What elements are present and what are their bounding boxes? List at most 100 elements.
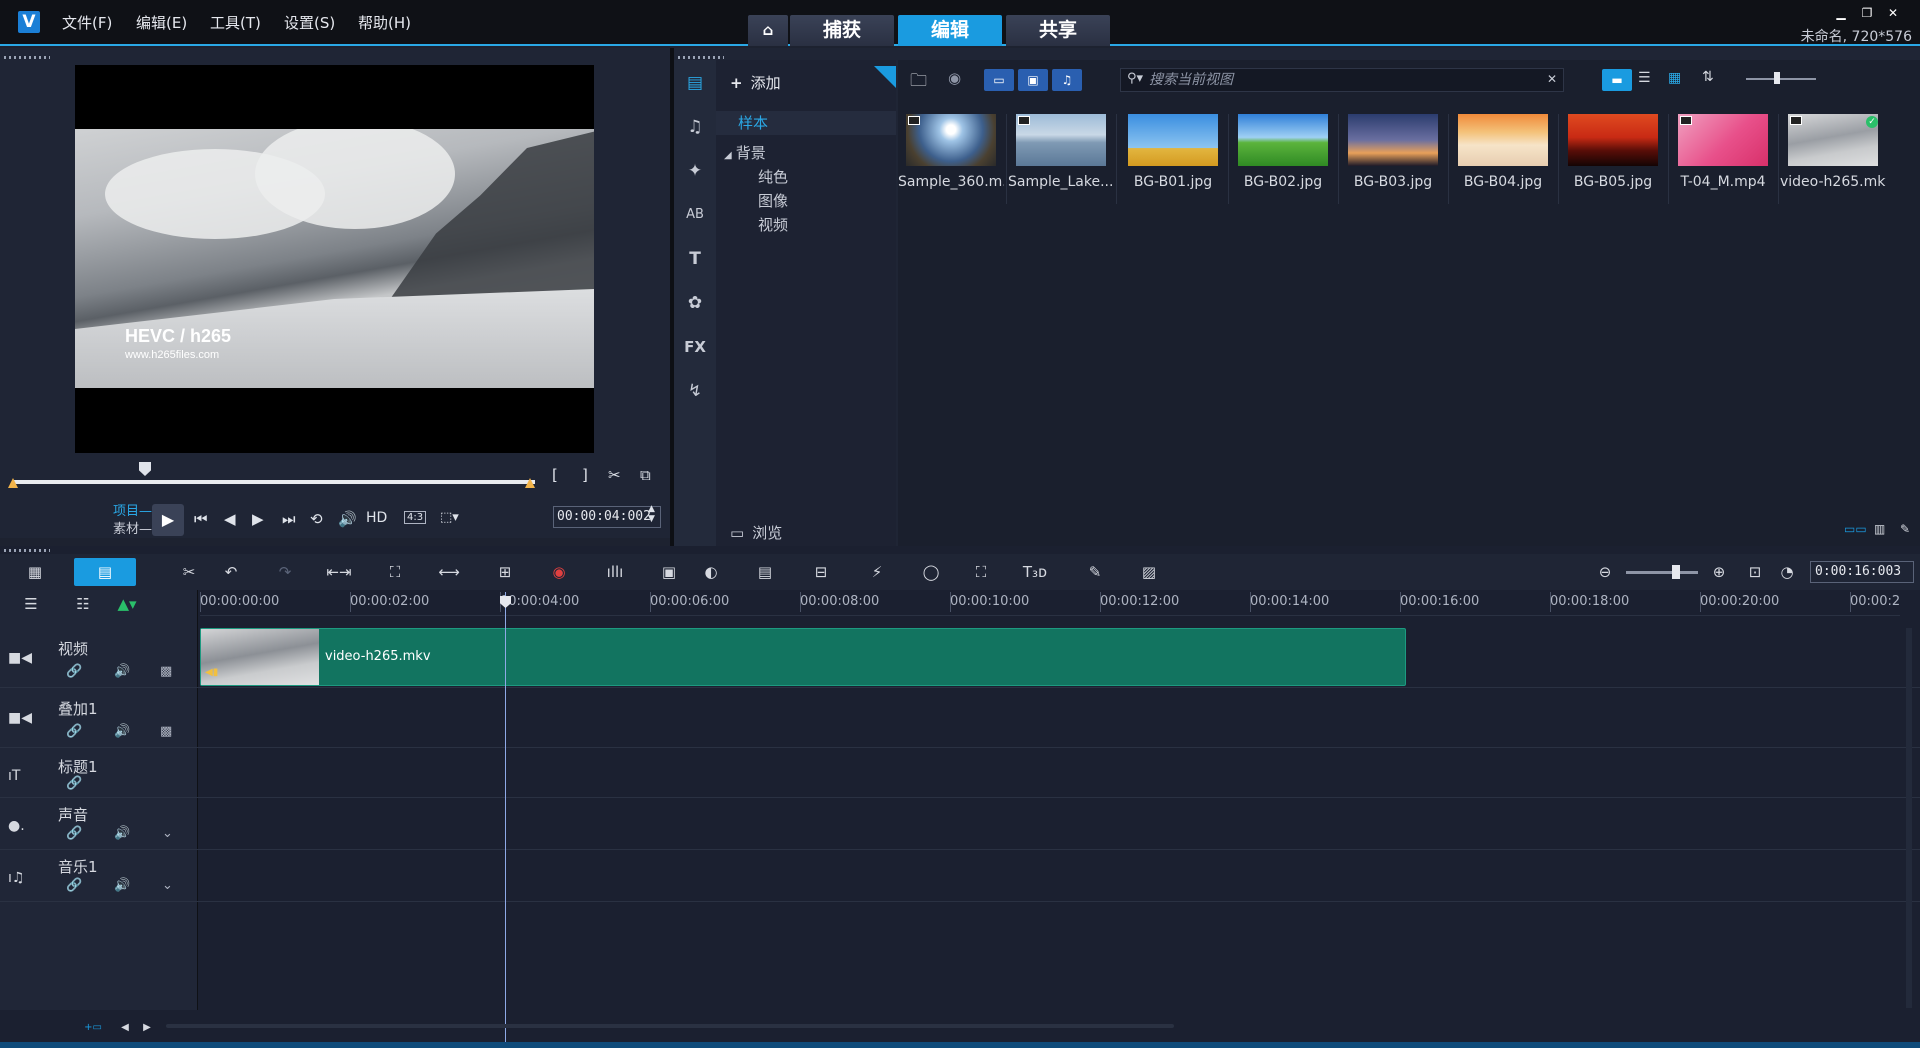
chapter-cue-icon[interactable]: ☷ [70,594,96,614]
sort-icon[interactable]: ⇅ [1702,69,1714,85]
link-icon[interactable]: 🔗 [66,878,82,893]
home-button[interactable]: ⌂ [748,15,788,46]
timecode-stepper-icon[interactable]: ▲ ▼ [648,504,655,524]
fx-icon[interactable]: FX [680,332,710,362]
preview-window[interactable]: HEVC / h265 www.h265files.com [75,65,594,453]
library-item[interactable]: T-04_M.mp4 [1670,114,1776,196]
mode-project[interactable]: 项目— [113,500,152,519]
link-icon[interactable]: 🔗 [66,826,82,841]
volume-icon[interactable]: 🔊 [338,510,357,528]
track-volume-icon[interactable]: 🔊 [114,664,130,679]
enlarge-preview-icon[interactable]: ⧉ [640,466,651,484]
search-icon[interactable]: ⚲▾ [1127,71,1143,86]
library-item[interactable]: BG-B02.jpg [1230,114,1336,196]
track-manager-icon[interactable]: ⊞ [492,562,518,582]
timeline-view-button[interactable]: ▤ [74,558,136,586]
edit-icon[interactable]: ✎ [1900,522,1910,536]
undo-icon[interactable]: ↶ [218,562,244,582]
import-folder-icon[interactable]: 🗀 [910,68,927,97]
instant-project-icon[interactable]: ✦ [680,156,710,186]
restore-button[interactable]: ❐ [1854,6,1880,20]
mode-clip[interactable]: 素材— [113,518,152,537]
go-to-start-icon[interactable]: ⏮ [194,510,208,528]
record-icon[interactable]: ◉ [948,69,961,87]
ripple-editing-icon[interactable]: ▲▾ [114,594,140,614]
link-icon[interactable]: 🔗 [66,664,82,679]
search-input[interactable] [1149,71,1539,89]
audio-icon[interactable]: ♫ [680,112,710,142]
tree-item-sample[interactable]: 样本 [716,111,896,135]
tab-share[interactable]: 共享 [1006,15,1110,46]
library-item[interactable]: ✓ video-h265.mkv [1780,114,1886,196]
scrubber-knob[interactable] [139,462,151,476]
panel-layout-icon[interactable]: ▥ [1874,522,1885,536]
track-volume-icon[interactable]: 🔊 [114,826,130,841]
scissors-icon[interactable]: ✂ [608,466,621,484]
vertical-scrollbar[interactable] [1906,628,1912,1008]
fit-project-icon[interactable]: ⇤⇥ [326,562,352,582]
show-photos-button[interactable]: ▣ [1018,69,1048,91]
multi-camera-icon[interactable]: ⊟ [808,562,834,582]
menu-settings[interactable]: 设置(S) [284,12,335,33]
link-icon[interactable]: 🔗 [66,724,82,739]
zoom-in-icon[interactable]: ⊕ [1706,562,1732,582]
browse-button[interactable]: ▭ 浏览 [730,522,782,543]
title-icon[interactable]: T [680,244,710,274]
track-volume-icon[interactable]: 🔊 [114,878,130,893]
timeline-clip[interactable]: ◀▮ video-h265.mkv [200,628,1406,686]
tree-item-solid[interactable]: 纯色 [758,166,788,187]
track-volume-icon[interactable]: 🔊 [114,724,130,739]
track-manager-list-icon[interactable]: ☰ [18,594,44,614]
scroll-right-icon[interactable]: ▶ [134,1018,160,1038]
zoom-knob[interactable] [1672,565,1680,579]
go-to-end-icon[interactable]: ⏭ [282,510,296,528]
fit-timeline-icon[interactable]: ⊡ [1742,562,1768,582]
mark-in-button[interactable]: [ [552,466,558,484]
expand-icon[interactable]: ⌄ [162,878,173,893]
record-capture-icon[interactable]: ◉ [546,562,572,582]
crop-icon[interactable]: ⛶ [382,562,408,582]
pan-zoom-icon[interactable]: ⛶ [968,562,994,582]
library-options-icon[interactable]: ▭▭ [1844,522,1867,536]
thumbnail-size-knob[interactable] [1774,72,1780,84]
thumbnail-view-button[interactable]: ▬ [1602,69,1632,91]
menu-tools[interactable]: 工具(T) [210,12,261,33]
library-item[interactable]: BG-B01.jpg [1120,114,1226,196]
zoom-to-fit-icon[interactable]: +▭ [80,1018,106,1038]
3d-title-icon[interactable]: T₃ᴅ [1022,562,1048,582]
list-view-icon[interactable]: ☰ [1638,70,1651,86]
audio-mixer-icon[interactable]: ıllı [602,562,628,582]
library-item[interactable]: Sample_Lake.... [1008,114,1114,196]
time-remapping-icon[interactable]: ⚡ [864,562,890,582]
thumbnail-size-slider[interactable] [1746,78,1816,80]
close-button[interactable]: ✕ [1880,6,1906,20]
library-item[interactable]: BG-B05.jpg [1560,114,1666,196]
path-icon[interactable]: ↯ [680,376,710,406]
aspect-ratio-button[interactable]: 4:3 [404,511,427,524]
pin-icon[interactable] [874,66,896,88]
toolbox-icon[interactable]: ✂ [176,562,202,582]
zoom-slider[interactable] [1626,571,1698,574]
scrubber-bar[interactable] [12,480,535,484]
menu-file[interactable]: 文件(F) [62,12,112,33]
add-folder-button[interactable]: + 添加 [730,72,781,93]
video-wall-icon[interactable]: ▨ [1136,562,1162,582]
link-icon[interactable]: 🔗 [66,776,82,791]
hd-toggle[interactable]: HD [366,510,387,526]
panel-grip[interactable] [4,549,50,552]
panel-grip[interactable] [678,56,724,59]
playhead-line[interactable] [505,592,506,1048]
motion-tracking-icon[interactable]: ◐ [698,562,724,582]
graphics-icon[interactable]: ✿ [680,288,710,318]
tab-capture[interactable]: 捕获 [790,15,894,46]
library-item[interactable]: Sample_360.m... [898,114,1004,196]
tree-item-video[interactable]: 视频 [758,214,788,235]
track-grid-icon[interactable]: ▩ [160,664,172,679]
paint-creator-icon[interactable]: ✎ [1082,562,1108,582]
menu-edit[interactable]: 编辑(E) [136,12,187,33]
subtitle-editor-icon[interactable]: ▤ [752,562,778,582]
snapshot-menu-icon[interactable]: ⬚▾ [440,510,459,525]
expand-icon[interactable]: ⌄ [162,826,173,841]
tree-item-background[interactable]: ◢ 背景 [724,142,766,163]
minimize-button[interactable]: ▁ [1828,6,1854,20]
